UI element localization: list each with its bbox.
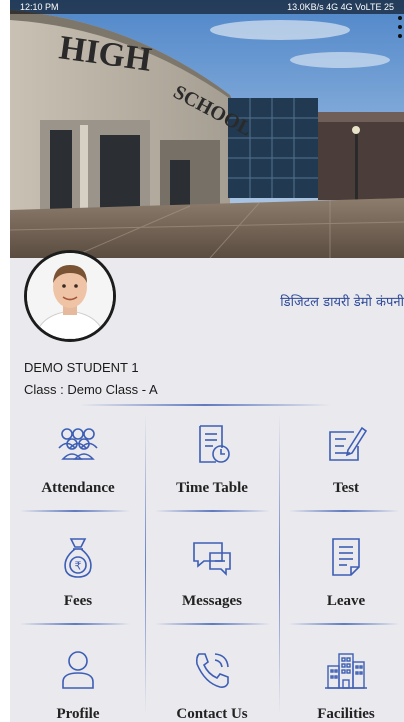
school-banner: HIGH SCHOOL 12:10 PM 13.0KB/s 4G 4G VoLT… — [10, 0, 404, 258]
fees-label: Fees — [63, 593, 93, 609]
leave-tile[interactable]: Leave — [281, 517, 404, 629]
timetable-icon — [199, 425, 230, 463]
contact-tile[interactable]: Contact Us — [147, 630, 277, 722]
messages-tile[interactable]: Messages — [147, 517, 277, 629]
test-tile[interactable]: Test — [281, 404, 404, 516]
menu-grid: Attendance Time Table Test ₹ Fees Messag… — [10, 404, 404, 722]
messages-label: Messages — [182, 593, 242, 609]
student-class: Class : Demo Class - A — [24, 382, 158, 397]
grid-divider — [279, 414, 280, 714]
fees-tile[interactable]: ₹ Fees — [13, 517, 143, 629]
test-icon — [329, 426, 368, 461]
attendance-tile[interactable]: Attendance — [13, 404, 143, 516]
svg-text:₹: ₹ — [75, 560, 82, 573]
screen-edge — [0, 0, 10, 722]
profile-tile[interactable]: Profile — [13, 630, 143, 722]
avatar-photo — [27, 253, 113, 339]
overflow-menu-icon[interactable] — [396, 16, 404, 38]
contact-label: Contact Us — [176, 706, 248, 722]
fees-icon: ₹ — [64, 538, 92, 578]
attendance-icon — [58, 428, 98, 460]
student-avatar[interactable] — [24, 250, 116, 342]
status-time: 12:10 PM — [20, 2, 59, 12]
facilities-label: Facilities — [317, 706, 375, 722]
contact-icon — [195, 653, 229, 688]
status-info: 13.0KB/s 4G 4G VoLTE 25 — [287, 2, 394, 12]
profile-label: Profile — [56, 706, 100, 722]
timetable-tile[interactable]: Time Table — [147, 404, 277, 516]
test-label: Test — [332, 480, 360, 496]
leave-icon — [332, 538, 360, 576]
status-bar: 12:10 PM 13.0KB/s 4G 4G VoLTE 25 — [10, 0, 404, 14]
facilities-icon — [325, 653, 367, 689]
facilities-tile[interactable]: Facilities — [281, 630, 404, 722]
app-screen: HIGH SCHOOL 12:10 PM 13.0KB/s 4G 4G VoLT… — [10, 0, 404, 722]
school-building-image: HIGH SCHOOL — [10, 0, 404, 258]
company-name: डिजिटल डायरी डेमो कंपनी — [280, 295, 404, 310]
attendance-label: Attendance — [41, 480, 115, 496]
student-name: DEMO STUDENT 1 — [24, 360, 139, 375]
timetable-label: Time Table — [176, 480, 248, 496]
messages-icon — [193, 542, 231, 576]
leave-label: Leave — [326, 593, 366, 609]
grid-divider — [145, 414, 146, 714]
profile-icon — [62, 651, 94, 689]
